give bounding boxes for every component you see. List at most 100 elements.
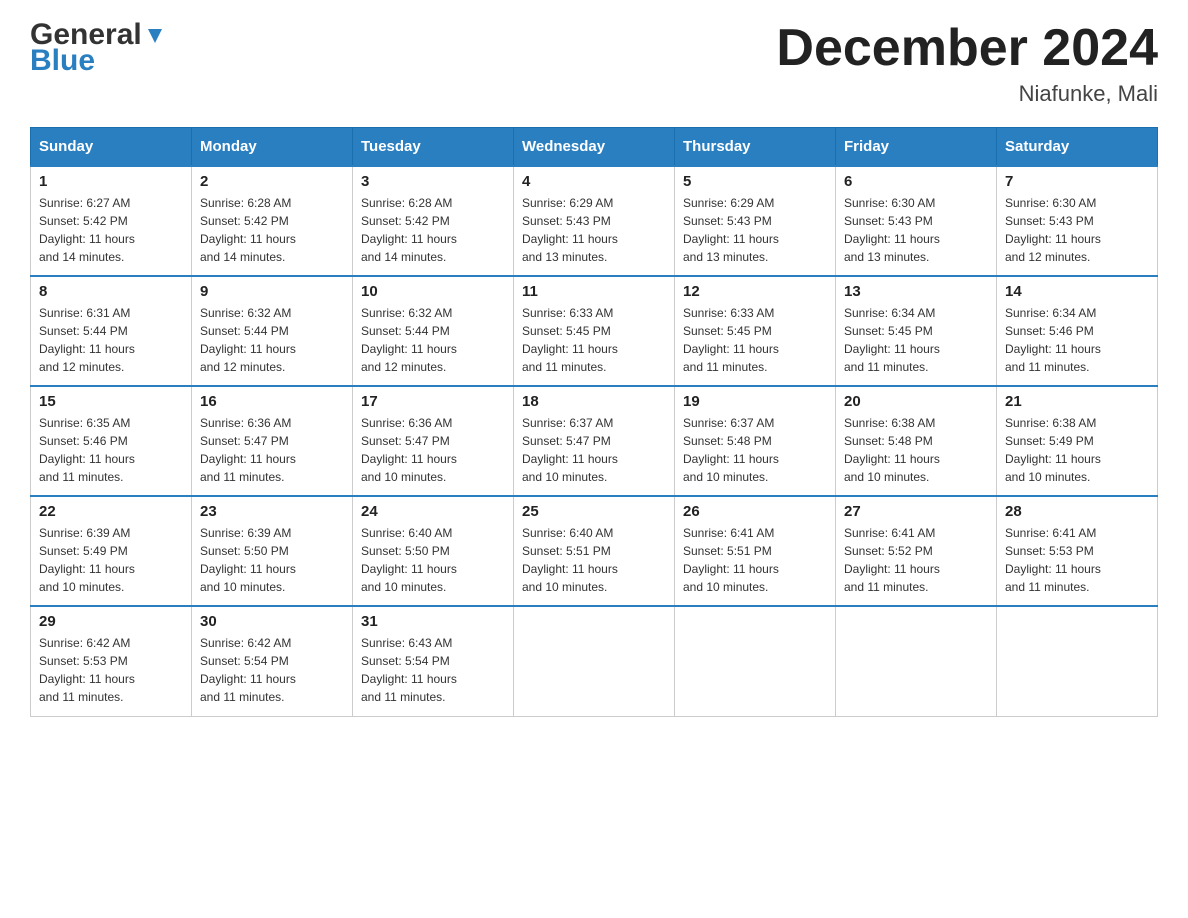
day-number: 23 [200,503,344,520]
day-number: 8 [39,283,183,300]
day-number: 17 [361,393,505,410]
logo-blue-text: Blue [30,46,166,76]
day-info: Sunrise: 6:38 AMSunset: 5:48 PMDaylight:… [844,414,988,486]
day-number: 30 [200,613,344,630]
calendar-cell: 27 Sunrise: 6:41 AMSunset: 5:52 PMDayligh… [836,496,997,606]
day-info: Sunrise: 6:34 AMSunset: 5:46 PMDaylight:… [1005,304,1149,376]
calendar-week-row: 22 Sunrise: 6:39 AMSunset: 5:49 PMDayligh… [31,496,1158,606]
day-number: 1 [39,173,183,190]
calendar-cell: 12 Sunrise: 6:33 AMSunset: 5:45 PMDayligh… [675,276,836,386]
calendar-cell: 24 Sunrise: 6:40 AMSunset: 5:50 PMDayligh… [353,496,514,606]
day-number: 21 [1005,393,1149,410]
day-info: Sunrise: 6:39 AMSunset: 5:49 PMDaylight:… [39,524,183,596]
day-number: 22 [39,503,183,520]
day-info: Sunrise: 6:32 AMSunset: 5:44 PMDaylight:… [361,304,505,376]
calendar-cell [675,606,836,716]
logo-triangle-icon [144,25,166,47]
title-area: December 2024 Niafunke, Mali [776,20,1158,107]
day-info: Sunrise: 6:41 AMSunset: 5:51 PMDaylight:… [683,524,827,596]
calendar-cell: 26Sunrise: 6:41 AMSunset: 5:51 PMDayligh… [675,496,836,606]
day-info: Sunrise: 6:41 AMSunset: 5:53 PMDaylight:… [1005,524,1149,596]
day-number: 20 [844,393,988,410]
day-number: 3 [361,173,505,190]
day-number: 15 [39,393,183,410]
day-info: Sunrise: 6:33 AMSunset: 5:45 PMDaylight:… [683,304,827,376]
column-header-saturday: Saturday [997,128,1158,167]
day-number: 5 [683,173,827,190]
calendar-cell: 14 Sunrise: 6:34 AMSunset: 5:46 PMDayligh… [997,276,1158,386]
column-header-monday: Monday [192,128,353,167]
day-number: 13 [844,283,988,300]
day-number: 9 [200,283,344,300]
day-number: 24 [361,503,505,520]
calendar-cell: 18 Sunrise: 6:37 AMSunset: 5:47 PMDayligh… [514,386,675,496]
day-info: Sunrise: 6:28 AMSunset: 5:42 PMDaylight:… [361,194,505,266]
day-info: Sunrise: 6:33 AMSunset: 5:45 PMDaylight:… [522,304,666,376]
day-info: Sunrise: 6:30 AMSunset: 5:43 PMDaylight:… [1005,194,1149,266]
calendar-cell: 17 Sunrise: 6:36 AMSunset: 5:47 PMDayligh… [353,386,514,496]
day-info: Sunrise: 6:29 AMSunset: 5:43 PMDaylight:… [522,194,666,266]
day-info: Sunrise: 6:28 AMSunset: 5:42 PMDaylight:… [200,194,344,266]
calendar-cell: 9 Sunrise: 6:32 AMSunset: 5:44 PMDaylight… [192,276,353,386]
day-number: 6 [844,173,988,190]
calendar-cell: 13 Sunrise: 6:34 AMSunset: 5:45 PMDayligh… [836,276,997,386]
day-info: Sunrise: 6:32 AMSunset: 5:44 PMDaylight:… [200,304,344,376]
day-info: Sunrise: 6:29 AMSunset: 5:43 PMDaylight:… [683,194,827,266]
day-number: 28 [1005,503,1149,520]
day-number: 11 [522,283,666,300]
calendar-cell: 3 Sunrise: 6:28 AMSunset: 5:42 PMDaylight… [353,166,514,276]
day-info: Sunrise: 6:40 AMSunset: 5:51 PMDaylight:… [522,524,666,596]
day-number: 10 [361,283,505,300]
day-info: Sunrise: 6:27 AMSunset: 5:42 PMDaylight:… [39,194,183,266]
calendar-week-row: 15Sunrise: 6:35 AMSunset: 5:46 PMDayligh… [31,386,1158,496]
day-info: Sunrise: 6:41 AMSunset: 5:52 PMDaylight:… [844,524,988,596]
day-info: Sunrise: 6:37 AMSunset: 5:47 PMDaylight:… [522,414,666,486]
calendar-header-row: SundayMondayTuesdayWednesdayThursdayFrid… [31,128,1158,167]
calendar-cell: 11 Sunrise: 6:33 AMSunset: 5:45 PMDayligh… [514,276,675,386]
calendar-cell: 15Sunrise: 6:35 AMSunset: 5:46 PMDayligh… [31,386,192,496]
day-info: Sunrise: 6:31 AMSunset: 5:44 PMDaylight:… [39,304,183,376]
calendar-week-row: 29 Sunrise: 6:42 AMSunset: 5:53 PMDayligh… [31,606,1158,716]
calendar-cell [836,606,997,716]
calendar-cell: 5 Sunrise: 6:29 AMSunset: 5:43 PMDaylight… [675,166,836,276]
day-info: Sunrise: 6:34 AMSunset: 5:45 PMDaylight:… [844,304,988,376]
calendar-cell: 22 Sunrise: 6:39 AMSunset: 5:49 PMDayligh… [31,496,192,606]
day-info: Sunrise: 6:30 AMSunset: 5:43 PMDaylight:… [844,194,988,266]
day-info: Sunrise: 6:42 AMSunset: 5:53 PMDaylight:… [39,634,183,706]
calendar-cell: 31Sunrise: 6:43 AMSunset: 5:54 PMDayligh… [353,606,514,716]
day-info: Sunrise: 6:37 AMSunset: 5:48 PMDaylight:… [683,414,827,486]
calendar-cell: 16Sunrise: 6:36 AMSunset: 5:47 PMDayligh… [192,386,353,496]
month-title: December 2024 [776,20,1158,77]
day-info: Sunrise: 6:36 AMSunset: 5:47 PMDaylight:… [361,414,505,486]
location-label: Niafunke, Mali [776,81,1158,107]
logo: General Blue [30,20,166,76]
calendar-cell: 25 Sunrise: 6:40 AMSunset: 5:51 PMDayligh… [514,496,675,606]
day-info: Sunrise: 6:40 AMSunset: 5:50 PMDaylight:… [361,524,505,596]
calendar-cell: 20 Sunrise: 6:38 AMSunset: 5:48 PMDayligh… [836,386,997,496]
day-number: 27 [844,503,988,520]
calendar-cell: 28 Sunrise: 6:41 AMSunset: 5:53 PMDayligh… [997,496,1158,606]
day-number: 7 [1005,173,1149,190]
day-info: Sunrise: 6:42 AMSunset: 5:54 PMDaylight:… [200,634,344,706]
calendar-cell: 2 Sunrise: 6:28 AMSunset: 5:42 PMDaylight… [192,166,353,276]
calendar-cell: 8 Sunrise: 6:31 AMSunset: 5:44 PMDaylight… [31,276,192,386]
calendar-cell: 7 Sunrise: 6:30 AMSunset: 5:43 PMDaylight… [997,166,1158,276]
page-header: General Blue December 2024 Niafunke, Mal… [30,20,1158,107]
calendar-cell: 1 Sunrise: 6:27 AMSunset: 5:42 PMDaylight… [31,166,192,276]
calendar-cell: 6 Sunrise: 6:30 AMSunset: 5:43 PMDaylight… [836,166,997,276]
calendar-week-row: 8 Sunrise: 6:31 AMSunset: 5:44 PMDaylight… [31,276,1158,386]
calendar-cell: 19 Sunrise: 6:37 AMSunset: 5:48 PMDayligh… [675,386,836,496]
day-number: 29 [39,613,183,630]
day-number: 18 [522,393,666,410]
day-number: 12 [683,283,827,300]
day-number: 19 [683,393,827,410]
day-number: 14 [1005,283,1149,300]
calendar-cell: 21Sunrise: 6:38 AMSunset: 5:49 PMDayligh… [997,386,1158,496]
calendar-cell [514,606,675,716]
day-number: 2 [200,173,344,190]
day-number: 31 [361,613,505,630]
calendar-week-row: 1 Sunrise: 6:27 AMSunset: 5:42 PMDaylight… [31,166,1158,276]
column-header-thursday: Thursday [675,128,836,167]
day-number: 25 [522,503,666,520]
day-number: 4 [522,173,666,190]
